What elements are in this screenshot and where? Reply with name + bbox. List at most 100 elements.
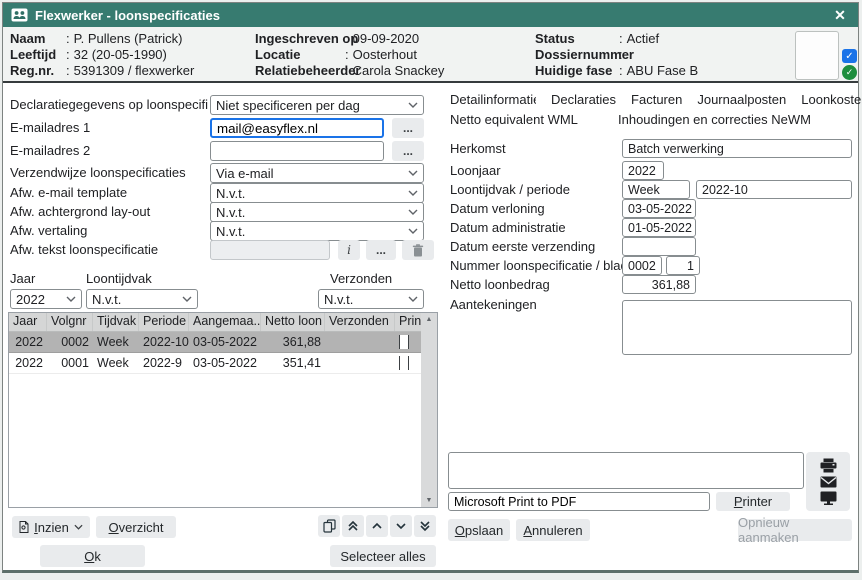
loontijdvak-tijdvak-value[interactable]: Week [622,180,690,199]
loontijdvak-periode-value[interactable]: 2022-10 [696,180,852,199]
template-select[interactable]: N.v.t. [210,183,424,203]
opslaan-button[interactable]: Opslaan [448,519,510,541]
vertaling-select[interactable]: N.v.t. [210,221,424,241]
annuleren-button[interactable]: Annuleren [516,519,590,541]
filter-verzonden-select[interactable]: N.v.t. [318,289,424,309]
table-header: Jaar Volgnr Tijdvak Periode Aangemaa... … [9,313,437,332]
huidige-fase-value: ABU Fase B [627,63,699,79]
datum-administratie-value[interactable]: 01-05-2022 [622,218,696,237]
tekst-more-button[interactable]: ... [366,240,396,260]
email1-more-button[interactable]: ... [392,118,424,138]
herkomst-value[interactable]: Batch verwerking [622,139,852,158]
declaratie-select[interactable]: Niet specificeren per dag [210,95,424,115]
ok-button[interactable]: Ok [40,545,145,567]
tekst-info-button[interactable]: i [338,240,360,260]
filter-jaar-select[interactable]: 2022 [10,289,82,309]
col-tijdvak[interactable]: Tijdvak [93,313,139,331]
form-row-email2: E-mailadres 2 ... [0,141,440,161]
declaratie-label: Declaratiegegevens op loonspecificatie [10,95,208,115]
datum-eerste-verzending-value[interactable] [622,237,696,256]
col-verzonden[interactable]: Verzonden [325,313,395,331]
copy-row-button[interactable] [318,515,340,537]
printer-name-input[interactable] [448,492,710,511]
aantekeningen-label: Aantekeningen [450,295,622,314]
tab-loonkosten[interactable]: Loonkosten [801,92,862,107]
col-volgnr[interactable]: Volgnr [47,313,93,331]
envelope-icon [820,476,837,488]
datum-eerste-verzending-label: Datum eerste verzending [450,237,622,256]
print-checkbox[interactable] [399,335,409,349]
tab-declaraties[interactable]: Declaraties [551,92,616,107]
col-netto-loon[interactable]: Netto loon [261,313,325,331]
aantekeningen-textarea[interactable] [622,300,852,355]
col-periode[interactable]: Periode [139,313,189,331]
table-row[interactable]: 2022 0001 Week 2022-9 03-05-2022 351,41 [9,353,437,374]
title-bar: Flexwerker - loonspecificaties ✕ [3,3,858,27]
move-down-button[interactable] [390,515,412,537]
form-row-declaratie: Declaratiegegevens op loonspecificatie N… [0,95,440,115]
selected-checkbox-icon[interactable]: ✓ [842,49,857,63]
print-checkbox[interactable] [399,356,409,370]
move-bottom-button[interactable] [414,515,436,537]
col-jaar[interactable]: Jaar [9,313,47,331]
locatie-value: Oosterhout [353,47,417,63]
printer-button[interactable]: Printer [716,492,790,511]
form-row-email1: E-mailadres 1 ... [0,118,440,138]
tekst-label: Afw. tekst loonspecificatie [10,240,208,260]
opnieuw-aanmaken-button: Opnieuw aanmaken [738,519,852,541]
selecteer-alles-button[interactable]: Selecteer alles [330,545,436,567]
header-row: Relatiebeheerder:Carola Snackey [255,63,444,79]
bladen-value[interactable]: 1 [666,256,700,275]
move-top-button[interactable] [342,515,364,537]
nummer-loonspecificatie-label: Nummer loonspecificatie / bladen [450,256,622,275]
vertaling-label: Afw. vertaling [10,221,208,241]
form-row-template: Afw. e-mail template N.v.t. [0,183,440,203]
layout-select[interactable]: N.v.t. [210,202,424,222]
filter-jaar-label: Jaar [10,271,35,286]
filter-tijdvak-select[interactable]: N.v.t. [86,289,198,309]
nummer-loonspecificatie-value[interactable]: 0002 [622,256,662,275]
scroll-up-icon[interactable]: ▲ [426,316,433,323]
template-label: Afw. e-mail template [10,183,208,203]
double-chevron-up-icon [347,520,359,532]
print-preview-box[interactable] [448,452,804,489]
filter-tijdvak-label: Loontijdvak [86,271,152,286]
tab-facturen[interactable]: Facturen [631,92,682,107]
output-channel-button[interactable] [806,452,850,511]
tab-detailinformatie[interactable]: Detailinformatie [450,92,536,107]
email1-input[interactable] [210,118,384,138]
loonjaar-value[interactable]: 2022 [622,161,664,180]
tab-journaalposten[interactable]: Journaalposten [697,92,786,107]
email2-more-button[interactable]: ... [392,141,424,161]
printer-icon [820,458,837,473]
tab-netto-equivalent-wml[interactable]: Netto equivalent WML [450,112,603,127]
tekst-delete-button[interactable] [402,240,434,260]
fase-ok-icon: ✓ [842,65,857,80]
move-up-button[interactable] [366,515,388,537]
email2-input[interactable] [210,141,384,161]
inzien-button[interactable]: Inzien [12,516,90,538]
form-row-tekst: Afw. tekst loonspecificatie i ... [0,240,440,260]
close-icon[interactable]: ✕ [830,5,850,25]
header-row: Dossiernummer: [535,47,698,63]
chevron-up-icon [371,522,383,530]
loonspecificaties-table: Jaar Volgnr Tijdvak Periode Aangemaa... … [8,312,438,508]
copy-icon [323,519,336,533]
table-scrollbar[interactable]: ▲ ▼ [421,313,437,507]
datum-verloning-label: Datum verloning [450,199,622,218]
col-print[interactable]: Print [395,313,421,331]
table-row[interactable]: 2022 0002 Week 2022-10 03-05-2022 361,88 [9,332,437,353]
scroll-down-icon[interactable]: ▼ [426,497,433,504]
verzendwijze-select[interactable]: Via e-mail [210,163,424,183]
form-row-layout: Afw. achtergrond lay-out N.v.t. [0,202,440,222]
header-col-2: Ingeschreven op:09-09-2020 Locatie:Ooste… [255,31,444,79]
tab-inhoudingen-correcties[interactable]: Inhoudingen en correcties NeWM [618,112,855,127]
chevron-down-icon [182,296,192,302]
overzicht-button[interactable]: Overzicht [96,516,176,538]
col-aangemaakt[interactable]: Aangemaa... [189,313,261,331]
chevron-down-icon [408,190,418,196]
header-row: Locatie:Oosterhout [255,47,444,63]
datum-verloning-value[interactable]: 03-05-2022 [622,199,696,218]
netto-loonbedrag-value[interactable]: 361,88 [622,275,696,294]
screen: Flexwerker - loonspecificaties ✕ Naam:P.… [0,0,862,580]
